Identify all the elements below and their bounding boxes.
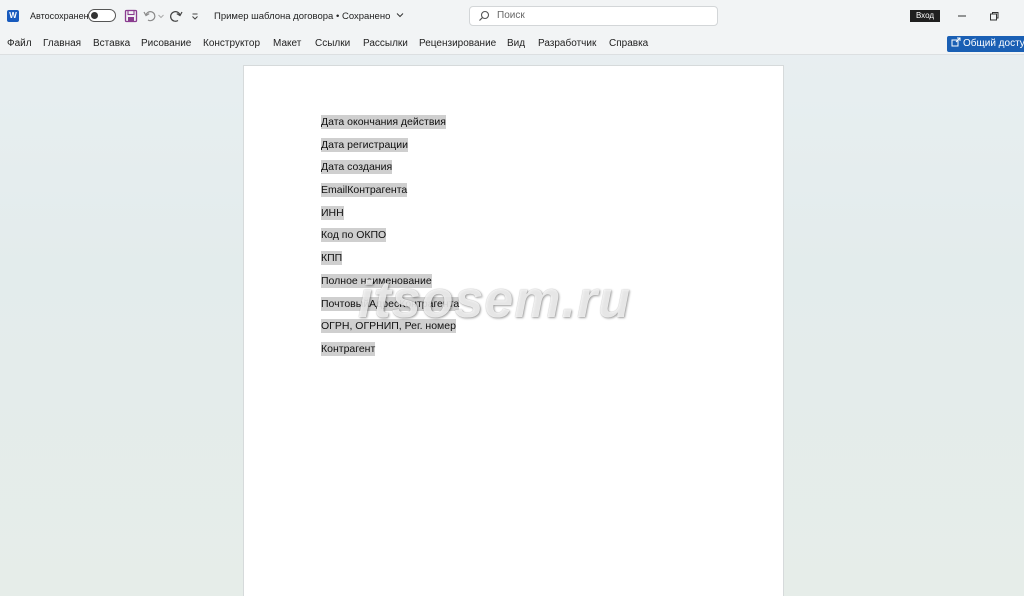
field-text: ИНН xyxy=(321,205,344,220)
chevron-down-icon xyxy=(396,13,404,18)
tab-insert[interactable]: Вставка xyxy=(93,38,130,49)
redo-icon[interactable] xyxy=(169,9,183,23)
document-name: Пример шаблона договора xyxy=(214,11,334,22)
field-text: Дата создания xyxy=(321,160,393,175)
save-status: Сохранено xyxy=(341,11,391,22)
tab-review[interactable]: Рецензирование xyxy=(419,38,496,49)
title-bar: W Автосохранение Пример шаблона договора… xyxy=(0,0,1024,33)
tab-developer[interactable]: Разработчик xyxy=(538,38,596,49)
tab-home[interactable]: Главная xyxy=(43,38,81,49)
field-text: EmailКонтрагента xyxy=(321,183,408,198)
field-item[interactable]: Контрагент xyxy=(321,341,459,366)
field-text: Контрагент xyxy=(321,341,376,356)
field-item[interactable]: ИНН xyxy=(321,205,459,230)
tab-file[interactable]: Файл xyxy=(7,38,32,49)
ribbon-tabs: Файл Главная Вставка Рисование Конструкт… xyxy=(0,33,1024,55)
share-icon xyxy=(951,37,961,47)
search-placeholder: Поиск xyxy=(497,10,525,21)
field-item[interactable]: Дата создания xyxy=(321,160,459,184)
field-item[interactable]: Дата регистрации xyxy=(321,137,459,162)
field-text: Дата регистрации xyxy=(321,137,409,152)
search-icon xyxy=(479,10,490,21)
field-text: Дата окончания действия xyxy=(321,115,446,129)
tab-help[interactable]: Справка xyxy=(609,38,648,49)
tab-mailings[interactable]: Рассылки xyxy=(363,38,408,49)
undo-dropdown-icon[interactable] xyxy=(157,9,165,23)
share-label: Общий доступ xyxy=(963,38,1024,49)
search-box[interactable]: Поиск xyxy=(469,6,718,26)
tab-references[interactable]: Ссылки xyxy=(315,38,350,49)
customize-toolbar-icon[interactable] xyxy=(190,9,200,23)
share-button[interactable]: Общий доступ xyxy=(947,36,1024,52)
tab-view[interactable]: Вид xyxy=(507,38,525,49)
document-page[interactable]: Дата окончания действия Дата регистрации… xyxy=(243,65,784,596)
minimize-icon[interactable] xyxy=(956,10,968,22)
sign-in-button[interactable]: Вход xyxy=(910,10,940,22)
field-item[interactable]: Код по ОКПО xyxy=(321,228,459,252)
word-app-icon: W xyxy=(7,10,19,22)
tab-draw[interactable]: Рисование xyxy=(141,38,191,49)
restore-icon[interactable] xyxy=(988,10,1000,22)
tab-design[interactable]: Конструктор xyxy=(203,38,260,49)
document-title[interactable]: Пример шаблона договора • Сохранено xyxy=(214,11,404,22)
tab-layout[interactable]: Макет xyxy=(273,38,301,49)
site-watermark: itsosem.ru xyxy=(358,271,631,329)
field-text: КПП xyxy=(321,251,343,266)
field-item[interactable]: EmailКонтрагента xyxy=(321,183,459,207)
autosave-toggle[interactable] xyxy=(88,9,116,22)
save-icon[interactable] xyxy=(124,9,138,23)
toggle-knob xyxy=(91,12,98,19)
field-text: Код по ОКПО xyxy=(321,228,387,243)
undo-icon[interactable] xyxy=(143,9,157,23)
field-item[interactable]: Дата окончания действия xyxy=(321,115,459,139)
